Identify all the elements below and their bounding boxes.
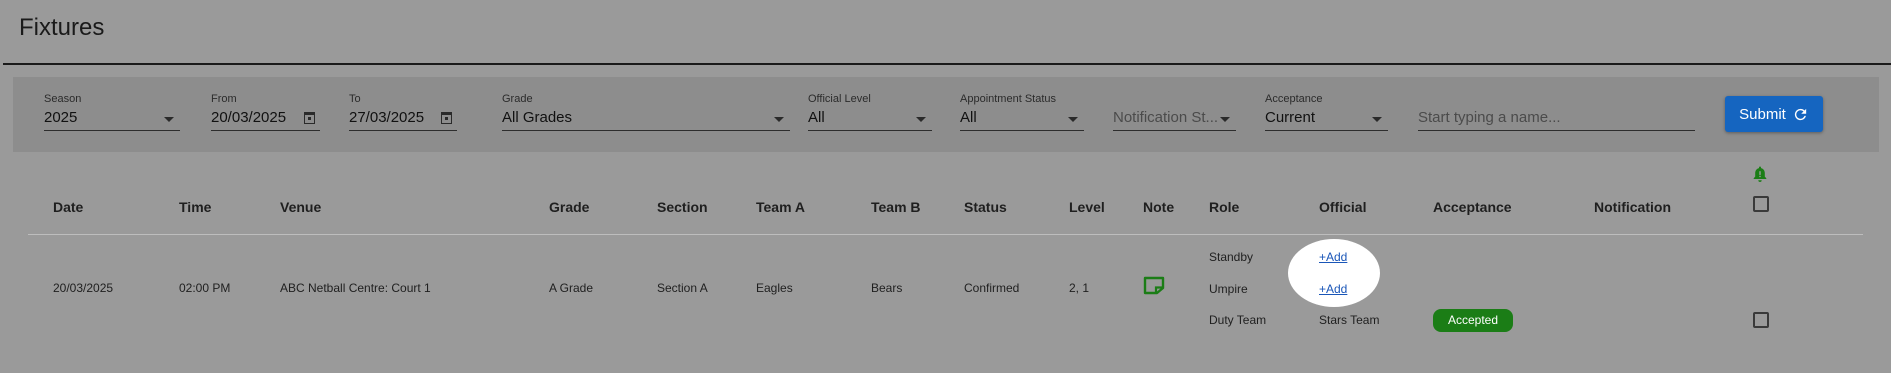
- title-divider: [3, 63, 1891, 65]
- calendar-icon[interactable]: [441, 112, 452, 124]
- appointment-status-label: Appointment Status: [960, 93, 1057, 105]
- season-select[interactable]: Season 2025: [44, 93, 180, 131]
- notification-status-select[interactable]: Notification St...: [1113, 93, 1236, 131]
- column-header-date[interactable]: Date: [53, 199, 83, 215]
- chevron-down-icon: [1372, 117, 1382, 122]
- row-checkbox[interactable]: [1753, 312, 1769, 328]
- official-level-value: All: [808, 109, 825, 126]
- notification-status-placeholder: Notification St...: [1113, 109, 1217, 126]
- refresh-icon: [1794, 108, 1807, 120]
- column-header-level[interactable]: Level: [1069, 199, 1105, 215]
- column-header-time[interactable]: Time: [179, 199, 211, 215]
- column-header-venue[interactable]: Venue: [280, 199, 321, 215]
- chevron-down-icon: [1068, 117, 1078, 122]
- venue-cell: ABC Netball Centre: Court 1: [280, 281, 431, 295]
- acceptance-status-badge: Accepted: [1433, 309, 1513, 332]
- select-all-checkbox[interactable]: [1753, 196, 1769, 212]
- header-divider: [28, 234, 1863, 235]
- filter-bar: Season 2025 From 20/03/2025 To 27/03/202…: [13, 77, 1879, 152]
- season-label: Season: [44, 93, 82, 105]
- column-header-role: Role: [1209, 199, 1240, 215]
- chevron-down-icon: [916, 117, 926, 122]
- column-header-grade[interactable]: Grade: [549, 199, 589, 215]
- add-umpire-official-link[interactable]: +Add: [1319, 282, 1347, 296]
- role-umpire: Umpire: [1209, 282, 1248, 296]
- chevron-down-icon: [774, 117, 784, 122]
- status-cell: Confirmed: [964, 281, 1020, 295]
- add-standby-official-link[interactable]: +Add: [1319, 250, 1347, 264]
- column-header-notification: Notification: [1594, 199, 1671, 215]
- column-header-status[interactable]: Status: [964, 199, 1007, 215]
- from-date-field[interactable]: From 20/03/2025: [211, 93, 320, 131]
- acceptance-select[interactable]: Acceptance Current: [1265, 93, 1388, 131]
- date-cell: 20/03/2025: [53, 281, 114, 295]
- column-header-note: Note: [1143, 199, 1175, 215]
- grade-cell: A Grade: [549, 281, 594, 295]
- official-name-search-placeholder: Start typing a name...: [1418, 109, 1561, 126]
- appointment-status-select[interactable]: Appointment Status All: [960, 93, 1084, 131]
- to-label: To: [349, 93, 361, 105]
- chevron-down-icon: [1220, 117, 1230, 122]
- official-level-label: Official Level: [808, 93, 871, 105]
- grade-label: Grade: [502, 93, 533, 105]
- note-icon[interactable]: [1143, 276, 1165, 295]
- acceptance-label: Acceptance: [1265, 93, 1323, 105]
- grade-value: All Grades: [502, 109, 573, 126]
- official-name-search-input[interactable]: Start typing a name...: [1418, 93, 1695, 131]
- submit-label: Submit: [1739, 105, 1786, 123]
- team-b-cell: Bears: [871, 281, 903, 295]
- column-header-team-b[interactable]: Team B: [871, 199, 921, 215]
- acceptance-value: Current: [1265, 109, 1316, 126]
- role-duty-team: Duty Team: [1209, 313, 1267, 327]
- column-header-acceptance: Acceptance: [1433, 199, 1512, 215]
- official-level-select[interactable]: Official Level All: [808, 93, 932, 131]
- time-cell: 02:00 PM: [179, 281, 231, 295]
- from-label: From: [211, 93, 237, 105]
- role-standby: Standby: [1209, 250, 1254, 264]
- column-header-team-a[interactable]: Team A: [756, 199, 805, 215]
- page-title: Fixtures: [19, 14, 105, 41]
- calendar-icon[interactable]: [304, 112, 315, 124]
- column-header-section[interactable]: Section: [657, 199, 708, 215]
- team-a-cell: Eagles: [756, 281, 793, 295]
- grade-select[interactable]: Grade All Grades: [502, 93, 790, 131]
- chevron-down-icon: [164, 117, 174, 122]
- season-value: 2025: [44, 109, 78, 126]
- bell-icon: [1753, 166, 1767, 182]
- column-header-official: Official: [1319, 199, 1367, 215]
- to-value: 27/03/2025: [349, 109, 425, 126]
- duty-team-official: Stars Team: [1319, 313, 1380, 327]
- submit-button[interactable]: Submit: [1725, 96, 1823, 132]
- section-cell: Section A: [657, 281, 708, 295]
- from-value: 20/03/2025: [211, 109, 287, 126]
- level-cell: 2, 1: [1069, 281, 1090, 295]
- to-date-field[interactable]: To 27/03/2025: [349, 93, 457, 131]
- appointment-status-value: All: [960, 109, 977, 126]
